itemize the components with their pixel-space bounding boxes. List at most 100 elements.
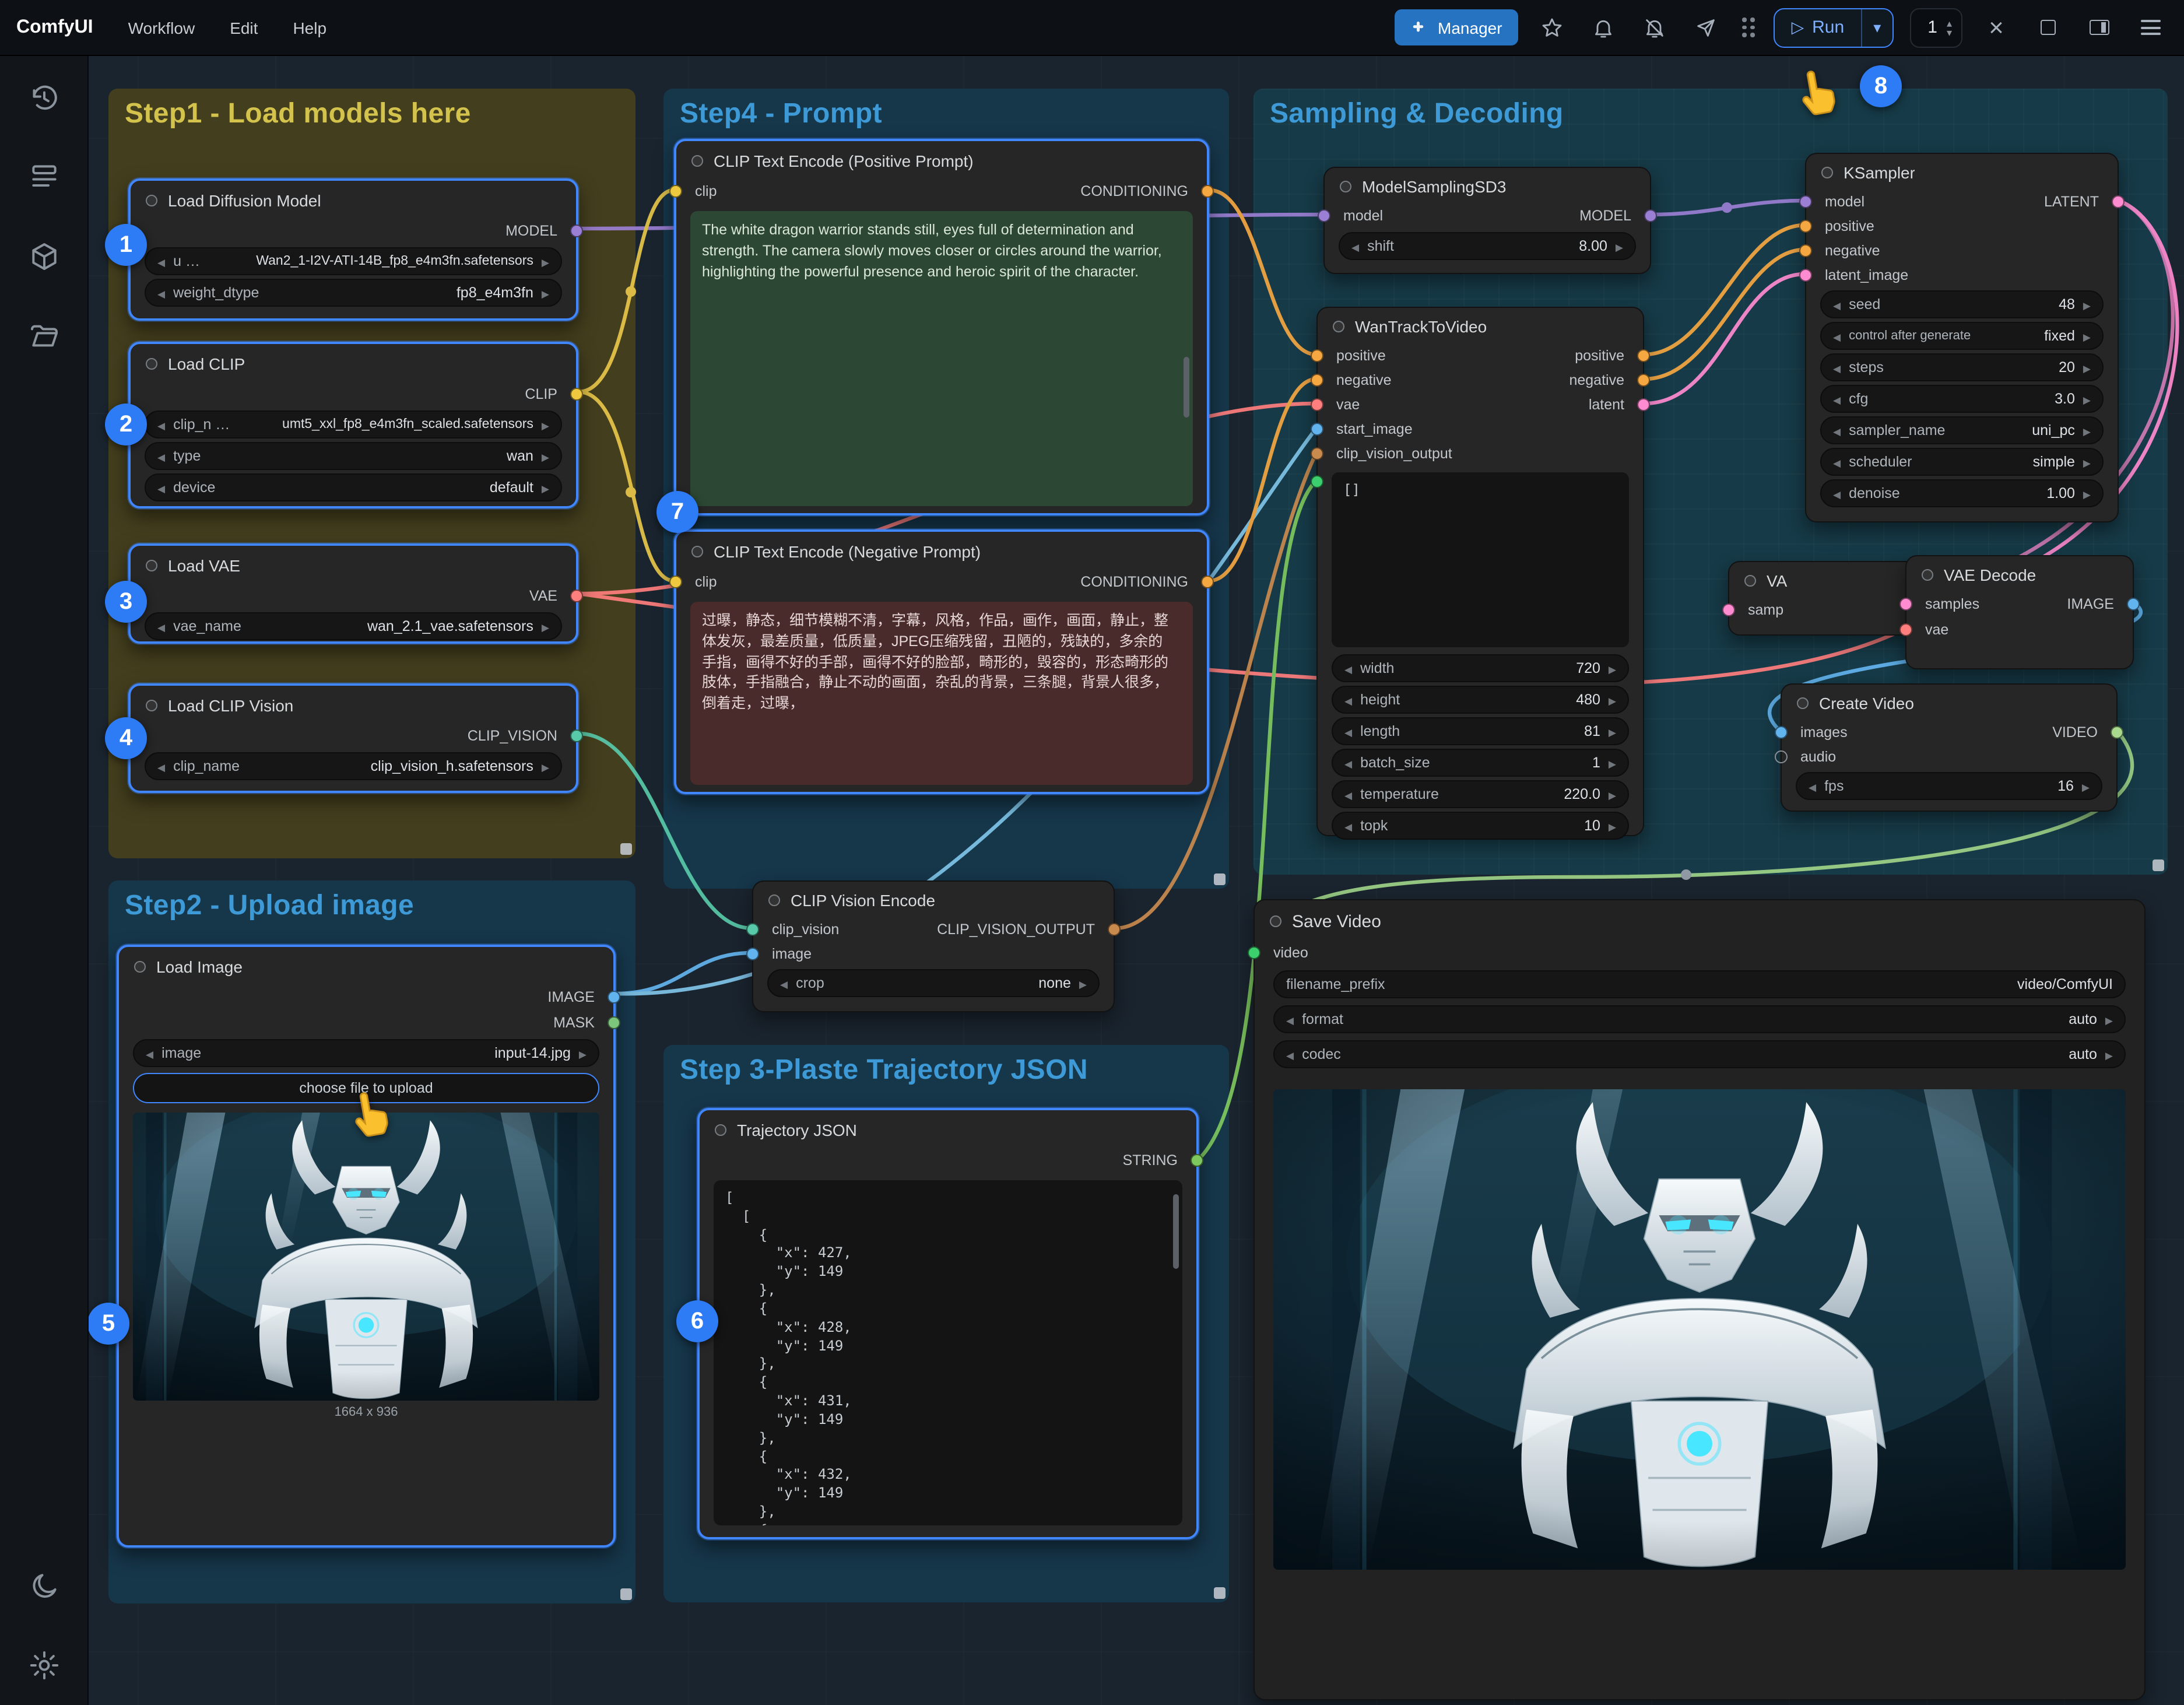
clip-vision-output-port[interactable] (1108, 922, 1121, 935)
widget-steps[interactable]: steps20 (1820, 353, 2104, 381)
arrow-left-icon[interactable] (157, 758, 165, 774)
widget-clip-vision-name[interactable]: clip_nameclip_vision_h.safetensors (145, 752, 562, 780)
node-header[interactable]: Trajectory JSON (700, 1110, 1196, 1148)
arrow-left-icon[interactable] (157, 479, 165, 496)
model-output-port[interactable] (1644, 209, 1657, 222)
settings-gear-icon[interactable] (27, 1649, 60, 1682)
arrow-right-icon[interactable] (542, 618, 549, 634)
model-library-icon[interactable] (27, 240, 60, 273)
vae-output-port[interactable] (570, 590, 583, 602)
node-header[interactable]: WanTrackToVideo (1318, 308, 1643, 343)
arrow-right-icon[interactable] (2083, 359, 2091, 376)
arrow-left-icon[interactable] (1344, 818, 1352, 834)
widget-weight-dtype[interactable]: weight_dtypefp8_e4m3fn (145, 279, 562, 307)
group-title[interactable]: Sampling & Decoding (1270, 98, 1564, 131)
arrow-right-icon[interactable] (1609, 692, 1616, 708)
collapse-dot-icon[interactable] (1821, 166, 1833, 178)
arrow-left-icon[interactable] (1833, 359, 1841, 376)
node-save-video[interactable]: Save Video video filename_prefixvideo/Co… (1253, 899, 2146, 1700)
batch-count-stepper[interactable]: 1 (1910, 8, 1962, 47)
node-trajectory-json[interactable]: Trajectory JSON STRING [ [ { "x": 427, "… (697, 1108, 1199, 1539)
node-header[interactable]: CLIP Vision Encode (753, 882, 1114, 917)
conditioning-output-port[interactable] (1201, 185, 1214, 198)
arrow-right-icon[interactable] (542, 758, 549, 774)
node-header[interactable]: Load CLIP Vision (131, 686, 576, 723)
image-input-port[interactable] (746, 947, 759, 960)
arrow-left-icon[interactable] (157, 285, 165, 301)
arrow-right-icon[interactable] (2083, 391, 2091, 407)
arrow-left-icon[interactable] (1344, 723, 1352, 739)
widget-width[interactable]: width720 (1332, 654, 1629, 682)
node-header[interactable]: Load CLIP (131, 344, 576, 381)
node-load-vae[interactable]: Load VAE VAE vae_namewan_2.1_vae.safeten… (128, 543, 578, 644)
scrollbar-thumb[interactable] (1173, 1194, 1179, 1269)
panel-right-icon[interactable] (2081, 10, 2116, 45)
widget-sampler-name[interactable]: sampler_nameuni_pc (1820, 416, 2104, 444)
clip-vision-input-port[interactable] (746, 922, 759, 935)
arrow-right-icon[interactable] (542, 253, 549, 269)
tracks-textarea[interactable]: [] (1332, 472, 1629, 647)
arrow-right-icon[interactable] (542, 479, 549, 496)
arrow-left-icon[interactable] (157, 416, 165, 433)
node-wantracktovideo[interactable]: WanTrackToVideo positivepositive negativ… (1316, 307, 1644, 836)
node-header[interactable]: CLIP Text Encode (Positive Prompt) (676, 141, 1207, 178)
history-icon[interactable] (27, 82, 60, 114)
arrow-right-icon[interactable] (2083, 328, 2091, 344)
arrow-right-icon[interactable] (1609, 723, 1616, 739)
arrow-left-icon[interactable] (157, 448, 165, 464)
group-title[interactable]: Step 3-Plaste Trajectory JSON (680, 1054, 1088, 1087)
clip-output-port[interactable] (570, 388, 583, 401)
collapse-dot-icon[interactable] (1340, 180, 1351, 192)
vae-input-port[interactable] (1899, 623, 1912, 636)
widget-control-after-generate[interactable]: control after generatefixed (1820, 322, 2104, 350)
arrow-left-icon[interactable] (1833, 454, 1841, 470)
node-header[interactable]: ModelSamplingSD3 (1325, 168, 1650, 203)
node-canvas[interactable]: Step1 - Load models here Step2 - Upload … (0, 0, 2184, 1705)
widget-filename-prefix[interactable]: filename_prefixvideo/ComfyUI (1273, 970, 2126, 998)
workflows-folder-icon[interactable] (27, 320, 60, 352)
video-input-port[interactable] (1248, 946, 1260, 959)
queue-icon[interactable] (27, 161, 60, 194)
theme-moon-icon[interactable] (27, 1570, 60, 1602)
arrow-left-icon[interactable] (157, 618, 165, 634)
arrow-right-icon[interactable] (2083, 296, 2091, 313)
widget-seed[interactable]: seed48 (1820, 290, 2104, 318)
arrow-left-icon[interactable] (1809, 778, 1816, 794)
collapse-dot-icon[interactable] (768, 894, 780, 906)
positive-output-port[interactable] (1637, 349, 1650, 362)
node-header[interactable]: Load Diffusion Model (131, 181, 576, 218)
arrow-left-icon[interactable] (157, 253, 165, 269)
model-input-port[interactable] (1799, 195, 1812, 208)
collapse-dot-icon[interactable] (146, 358, 157, 370)
audio-input-port[interactable] (1775, 750, 1788, 763)
menu-edit[interactable]: Edit (230, 18, 258, 37)
collapse-dot-icon[interactable] (715, 1124, 726, 1136)
widget-temperature[interactable]: temperature220.0 (1332, 780, 1629, 808)
node-load-diffusion-model[interactable]: Load Diffusion Model MODEL u …Wan2_1-I2V… (128, 178, 578, 321)
positive-prompt-textarea[interactable]: The white dragon warrior stands still, e… (690, 211, 1193, 506)
arrow-right-icon[interactable] (579, 1045, 587, 1061)
widget-cfg[interactable]: cfg3.0 (1820, 385, 2104, 413)
widget-format[interactable]: formatauto (1273, 1005, 2126, 1033)
arrow-left-icon[interactable] (1833, 391, 1841, 407)
node-vae-decode-hidden[interactable]: VA samp (1728, 561, 1919, 636)
arrow-right-icon[interactable] (1609, 786, 1616, 802)
widget-batch-size[interactable]: batch_size1 (1332, 749, 1629, 777)
group-resize-handle[interactable] (1214, 1587, 1226, 1599)
widget-image-file[interactable]: imageinput-14.jpg (133, 1039, 599, 1067)
node-load-clip[interactable]: Load CLIP CLIP clip_n …umt5_xxl_fp8_e4m3… (128, 342, 578, 508)
clip-input-port[interactable] (669, 185, 682, 198)
group-resize-handle[interactable] (620, 843, 632, 855)
negative-output-port[interactable] (1637, 373, 1650, 386)
widget-crop[interactable]: cropnone (767, 969, 1100, 997)
run-button-group[interactable]: Run (1774, 8, 1894, 47)
widget-length[interactable]: length81 (1332, 717, 1629, 745)
node-clip-text-encode-positive[interactable]: CLIP Text Encode (Positive Prompt) clipC… (674, 139, 1209, 515)
positive-input-port[interactable] (1799, 219, 1812, 232)
arrow-left-icon[interactable] (780, 975, 788, 991)
widget-device[interactable]: devicedefault (145, 473, 562, 501)
run-button[interactable]: Run (1775, 9, 1861, 46)
menu-workflow[interactable]: Workflow (128, 18, 195, 37)
string-output-port[interactable] (1191, 1154, 1203, 1167)
image-output-port[interactable] (2127, 598, 2140, 611)
